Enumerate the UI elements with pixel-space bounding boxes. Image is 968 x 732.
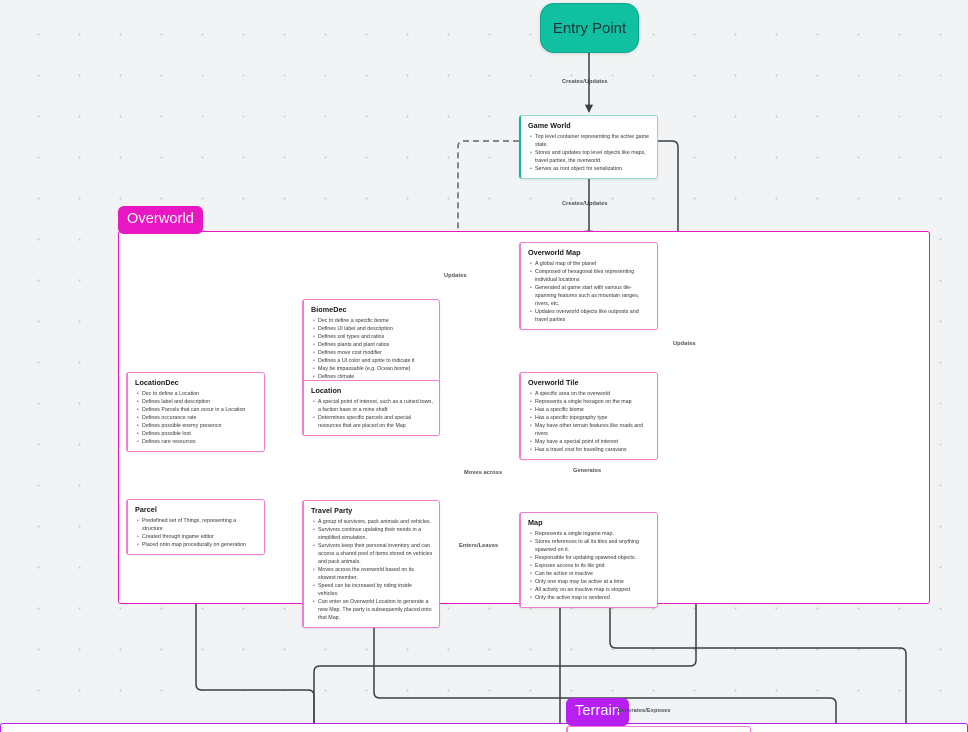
node-location[interactable]: Location A special point of interest, su… <box>302 380 440 436</box>
list-item: May have a special point of interest <box>530 438 651 446</box>
node-title: BiomeDec <box>311 305 347 314</box>
group-terrain[interactable] <box>0 723 968 732</box>
list-item: Has a travel cost for traveling caravans <box>530 446 651 454</box>
node-travel-party[interactable]: Travel Party A group of survivors, pack … <box>302 500 440 629</box>
list-item: Only one map may be active at a time <box>530 578 651 586</box>
list-item: Defines a UI color and sprite to indicat… <box>313 357 433 365</box>
list-item: Defines UI label and description <box>313 325 433 333</box>
list-item: Defines plants and plant ratios <box>313 341 433 349</box>
list-item: Represents a single hexagon on the map <box>530 398 651 406</box>
list-item: Predefined set of Things, representing a… <box>137 517 258 533</box>
node-title: Map <box>528 518 543 527</box>
node-bullet-list: Predefined set of Things, representing a… <box>135 517 258 549</box>
list-item: Dec to define a Location <box>137 390 258 398</box>
edge-label-enters-leaves: Enters/Leaves <box>459 543 499 549</box>
node-location-dec[interactable]: LocationDec Dec to define a Location Def… <box>126 372 265 452</box>
list-item: Stores and updates top level objects lik… <box>530 149 651 165</box>
list-item: Represents a single ingame map. <box>530 530 651 538</box>
node-title: Overworld Tile <box>528 378 579 387</box>
list-item: Survivors continue updating their needs … <box>313 526 433 542</box>
node-parcel[interactable]: Parcel Predefined set of Things, represe… <box>126 499 265 555</box>
node-title: Travel Party <box>311 506 353 515</box>
node-title: Game World <box>528 121 571 130</box>
node-bullet-list: Dec to define a Location Defines label a… <box>135 390 258 446</box>
node-bullet-list: Top level container representing the act… <box>528 133 651 173</box>
list-item: A global map of the planet <box>530 260 651 268</box>
edge-label-creates-updates-entry: Creates/Updates <box>562 79 608 85</box>
edge-label-generates: Generates <box>573 468 602 474</box>
edge-label-creates-updates-gameworld: Creates/Updates <box>562 201 608 207</box>
list-item: May be impassable (e.g. Ocean biome) <box>313 365 433 373</box>
list-item: Determines specific parcels and special … <box>313 414 433 430</box>
node-bullet-list: Dec to define a specific biome Defines U… <box>311 317 433 381</box>
list-item: Can enter an Overworld Location to gener… <box>313 598 433 622</box>
list-item: Defines Parcels that can occur in a Loca… <box>137 406 258 414</box>
list-item: Top level container representing the act… <box>530 133 651 149</box>
edge-label-updates-left: Updates <box>444 273 467 279</box>
node-entry-point[interactable]: Entry Point <box>540 3 639 53</box>
list-item: Composed of hexagonal tiles representing… <box>530 268 651 284</box>
list-item: Created through ingame editor <box>137 533 258 541</box>
node-bullet-list: A special point of interest, such as a r… <box>311 398 433 430</box>
diagram-canvas[interactable]: Overworld Terrain Entry Point Game World… <box>0 0 968 732</box>
node-overworld-map[interactable]: Overworld Map A global map of the planet… <box>519 242 658 330</box>
list-item: Defines occurance rate <box>137 414 258 422</box>
list-item: Only the active map is rendered <box>530 594 651 602</box>
list-item: May have other terrain features like roa… <box>530 422 651 438</box>
node-title: Parcel <box>135 505 157 514</box>
list-item: Responsible for updating spawned objects… <box>530 554 651 562</box>
edge-label-generates-exposes: Generates/Exposes <box>617 708 671 714</box>
list-item: Stores references to all its tiles and a… <box>530 538 651 554</box>
edge-left-bottom-route <box>195 596 315 732</box>
node-biome-dec[interactable]: BiomeDec Dec to define a specific biome … <box>302 299 440 387</box>
node-bullet-list: A group of survivors, pack animals and v… <box>311 518 433 623</box>
list-item: Generated at game start with various til… <box>530 284 651 308</box>
list-item: A special point of interest, such as a r… <box>313 398 433 414</box>
list-item: Dec to define a specific biome <box>313 317 433 325</box>
edge-label-moves-across: Moves across <box>464 470 503 476</box>
node-bullet-list: Represents a single ingame map. Stores r… <box>528 530 651 602</box>
node-map[interactable]: Map Represents a single ingame map. Stor… <box>519 512 658 608</box>
list-item: A group of survivors, pack animals and v… <box>313 518 433 526</box>
list-item: Defines soil types and ratios <box>313 333 433 341</box>
node-title: Overworld Map <box>528 248 581 257</box>
node-terrain-child[interactable] <box>566 726 751 732</box>
list-item: Can be active or inactive <box>530 570 651 578</box>
list-item: Updates overworld objects like outposts … <box>530 308 651 324</box>
list-item: A specific area on the overworld <box>530 390 651 398</box>
list-item: Defines move cost modifier <box>313 349 433 357</box>
node-overworld-tile[interactable]: Overworld Tile A specific area on the ov… <box>519 372 658 460</box>
edge-label-updates-right: Updates <box>673 341 696 347</box>
list-item: Defines possible enemy presence <box>137 422 258 430</box>
list-item: Has a specific topography type <box>530 414 651 422</box>
group-label-overworld[interactable]: Overworld <box>118 206 203 234</box>
list-item: Serves as root object for serialization. <box>530 165 651 173</box>
list-item: Placed onto map procedurally on generati… <box>137 541 258 549</box>
list-item: Exposes access to its tile grid <box>530 562 651 570</box>
list-item: Survivors keep their personal inventory … <box>313 542 433 566</box>
list-item: All activity on an inactive map is stopp… <box>530 586 651 594</box>
node-game-world[interactable]: Game World Top level container represent… <box>519 115 658 179</box>
list-item: Defines rare resources <box>137 438 258 446</box>
node-bullet-list: A global map of the planet Composed of h… <box>528 260 651 324</box>
entry-point-label: Entry Point <box>552 19 627 37</box>
list-item: Moves across the overworld based on its … <box>313 566 433 582</box>
list-item: Defines possible loot <box>137 430 258 438</box>
list-item: Has a specific biome <box>530 406 651 414</box>
list-item: Speed can be increased by riding inside … <box>313 582 433 598</box>
node-title: Location <box>311 386 342 395</box>
node-bullet-list: A specific area on the overworld Represe… <box>528 390 651 454</box>
node-title: LocationDec <box>135 378 179 387</box>
list-item: Defines label and description <box>137 398 258 406</box>
